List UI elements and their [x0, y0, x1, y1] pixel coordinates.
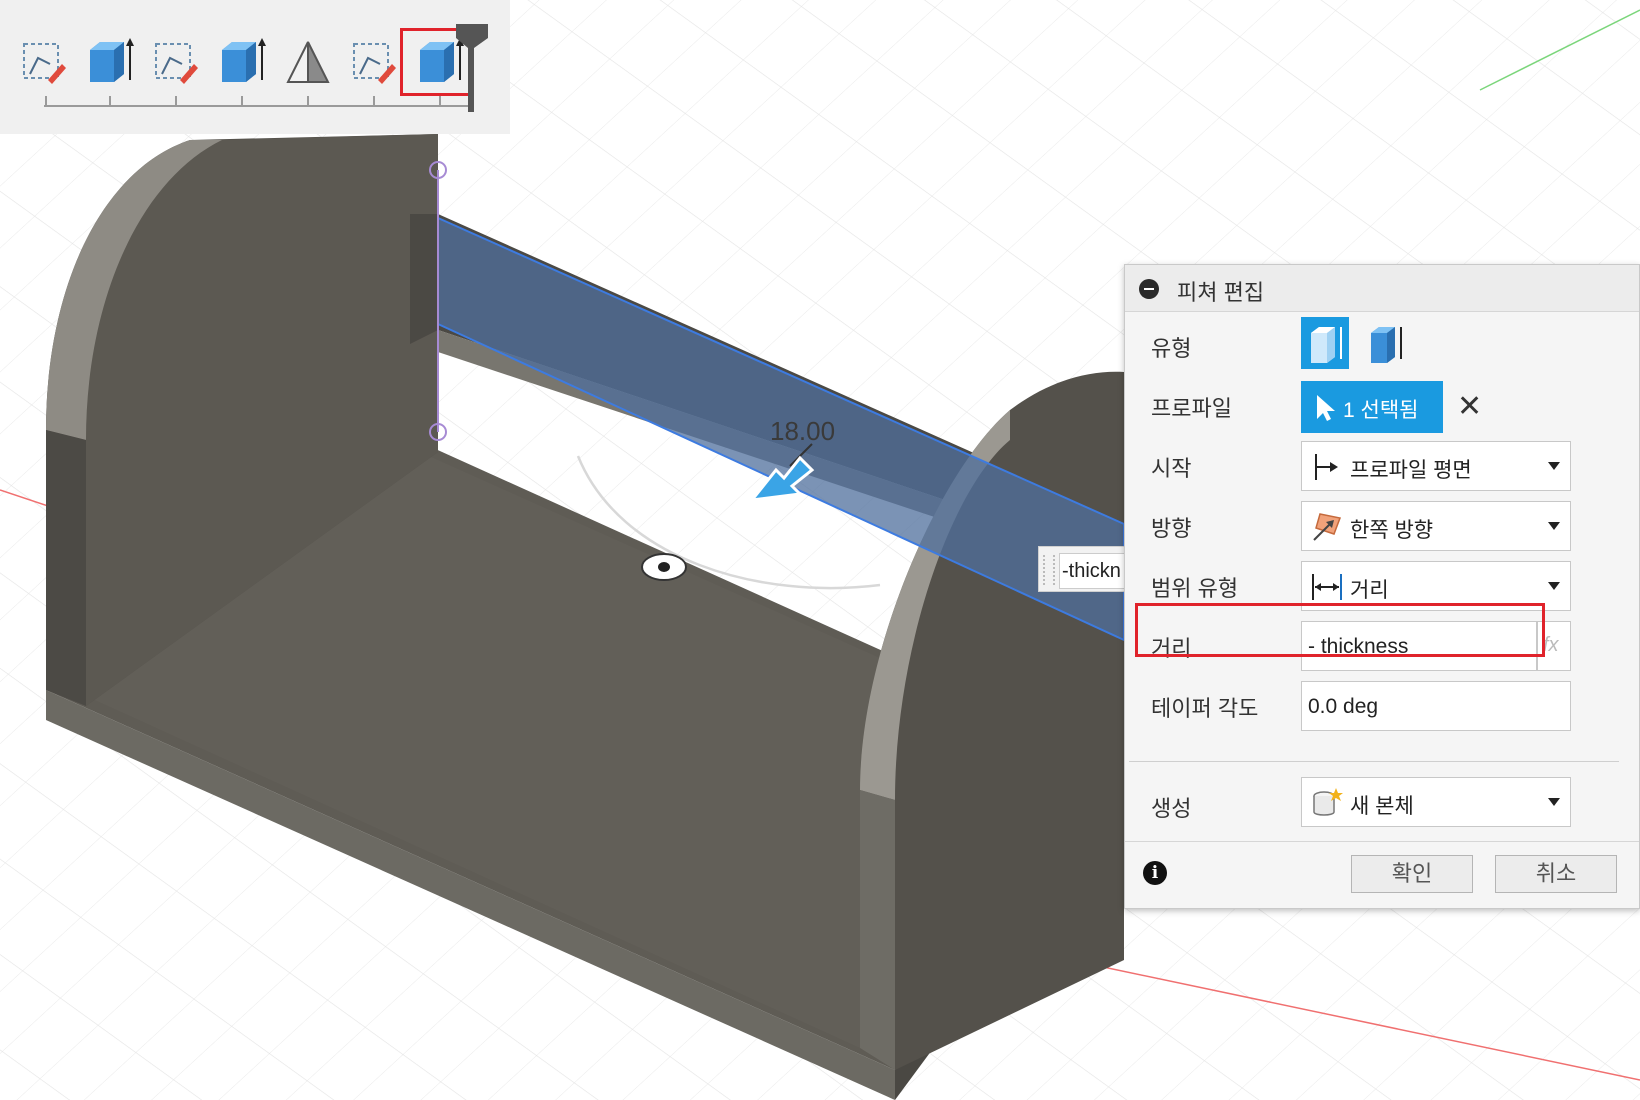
angle-manipulator[interactable] — [641, 553, 687, 581]
cancel-button[interactable]: 취소 — [1495, 855, 1617, 893]
operation-dropdown[interactable]: 새 본체 — [1301, 777, 1571, 827]
type-solid-button[interactable] — [1301, 317, 1349, 369]
distance-highlight — [1135, 603, 1545, 657]
edit-feature-panel: 피쳐 편집 유형 프로파일 1 선택됨 ✕ 시작 프로파일 평면 방향 한쪽 방… — [1124, 264, 1640, 909]
inline-input-value: -thickn — [1062, 560, 1121, 582]
profile-select-button[interactable]: 1 선택됨 — [1301, 381, 1443, 433]
input-grip[interactable] — [1043, 555, 1055, 585]
profile-label: 프로파일 — [1151, 396, 1232, 421]
operation-value: 새 본체 — [1350, 795, 1414, 818]
start-label: 시작 — [1151, 456, 1192, 481]
extent-type-value: 거리 — [1350, 579, 1389, 602]
new-body-icon — [1313, 788, 1343, 816]
extrude-icon[interactable] — [84, 36, 136, 88]
type-thin-button[interactable] — [1361, 317, 1409, 369]
sketch-icon[interactable] — [18, 36, 70, 88]
taper-angle-field[interactable]: 0.0 deg — [1301, 681, 1571, 731]
ok-button[interactable]: 확인 — [1351, 855, 1473, 893]
chevron-down-icon — [1548, 522, 1560, 530]
cursor-icon — [1317, 395, 1335, 421]
chevron-down-icon — [1548, 582, 1560, 590]
start-dropdown[interactable]: 프로파일 평면 — [1301, 441, 1571, 491]
extrude-icon[interactable] — [216, 36, 268, 88]
one-side-icon — [1313, 513, 1342, 541]
inline-dimension-input[interactable]: -thickn — [1038, 546, 1133, 592]
dimension-value[interactable]: 18.00 — [770, 416, 835, 446]
direction-dropdown[interactable]: 한쪽 방향 — [1301, 501, 1571, 551]
timeline-marker-icon[interactable] — [454, 24, 490, 112]
divider — [1125, 841, 1639, 842]
taper-angle-value: 0.0 deg — [1308, 695, 1379, 718]
plane-icon[interactable] — [282, 36, 334, 88]
direction-value: 한쪽 방향 — [1350, 519, 1434, 542]
extent-type-label: 범위 유형 — [1151, 576, 1239, 601]
distance-icon — [1312, 574, 1342, 600]
sketch-icon[interactable] — [150, 36, 202, 88]
operation-label: 생성 — [1151, 796, 1192, 821]
extrude-solid-icon — [1311, 327, 1342, 363]
panel-title: 피쳐 편집 — [1177, 280, 1265, 305]
timeline-toolbar — [0, 0, 510, 134]
direction-label: 방향 — [1151, 516, 1192, 541]
timeline-scale — [44, 96, 470, 107]
type-label: 유형 — [1151, 336, 1192, 361]
extrude-thin-icon — [1371, 327, 1402, 363]
divider — [1129, 761, 1619, 762]
info-icon[interactable]: i — [1143, 861, 1167, 885]
clear-selection-icon[interactable]: ✕ — [1457, 387, 1482, 427]
collapse-icon[interactable] — [1139, 279, 1159, 299]
taper-angle-label: 테이퍼 각도 — [1151, 696, 1259, 721]
panel-header: 피쳐 편집 — [1125, 265, 1639, 312]
profile-selected-text: 1 선택됨 — [1343, 399, 1419, 422]
chevron-down-icon — [1548, 798, 1560, 806]
profile-plane-icon — [1315, 454, 1338, 480]
chevron-down-icon — [1548, 462, 1560, 470]
start-value: 프로파일 평면 — [1350, 459, 1472, 482]
sketch-icon[interactable] — [348, 36, 400, 88]
